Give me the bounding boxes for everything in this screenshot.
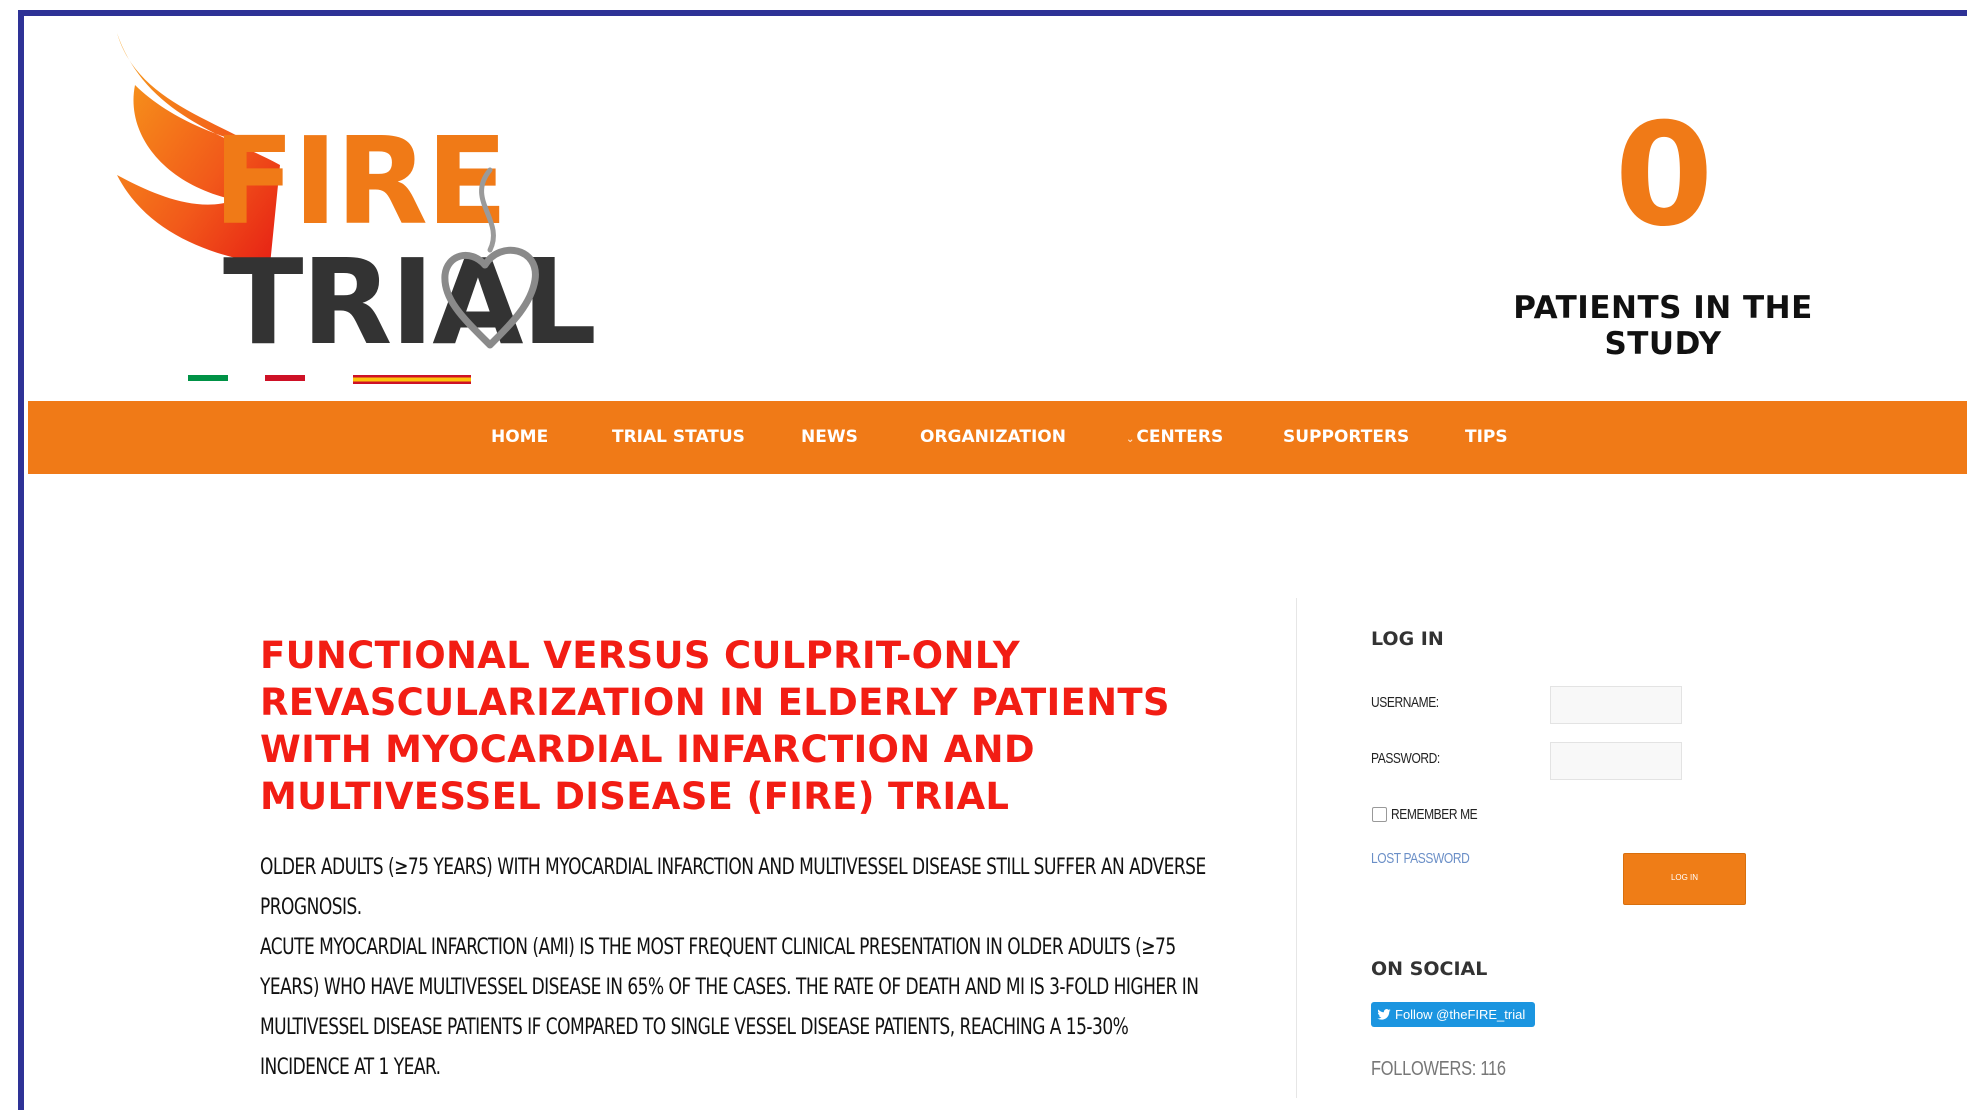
login-heading: LOG IN — [1371, 628, 1444, 650]
main-nav: HOME TRIAL STATUS NEWS ORGANIZATION ⌄ CEN… — [28, 401, 1967, 474]
sidebar-divider — [1296, 598, 1297, 1098]
lost-password-link[interactable]: LOST PASSWORD — [1371, 850, 1470, 867]
patients-counter-label: PATIENTS IN THE STUDY — [1513, 290, 1813, 362]
username-label: USERNAME: — [1371, 694, 1439, 711]
heart-smoke-icon — [441, 167, 539, 349]
article-paragraph: ACUTE MYOCARDIAL INFARCTION (AMI) IS THE… — [260, 935, 1199, 1080]
page-title: FUNCTIONAL VERSUS CULPRIT-ONLY REVASCULA… — [260, 634, 1170, 818]
nav-item-organization[interactable]: ORGANIZATION — [920, 401, 1066, 474]
flag-stripe-spain — [353, 375, 471, 384]
username-field[interactable] — [1550, 686, 1682, 724]
flag-stripe-green — [188, 375, 228, 381]
remember-me-checkbox[interactable] — [1372, 807, 1387, 822]
remember-me-label: REMEMBER ME — [1391, 806, 1478, 823]
nav-item-trial-status[interactable]: TRIAL STATUS — [612, 401, 745, 474]
article-body: OLDER ADULTS (≥75 YEARS) WITH MYOCARDIAL… — [260, 848, 1210, 1088]
nav-item-tips[interactable]: TIPS — [1465, 401, 1508, 474]
password-label: PASSWORD: — [1371, 750, 1440, 767]
nav-item-label: NEWS — [801, 427, 858, 447]
article-paragraph: OLDER ADULTS (≥75 YEARS) WITH MYOCARDIAL… — [260, 855, 1206, 920]
nav-item-centers[interactable]: ⌄ CENTERS — [1126, 401, 1223, 474]
nav-item-home[interactable]: HOME — [491, 401, 548, 474]
site-logo[interactable]: FIRE TRIAL — [105, 25, 597, 384]
twitter-follow-label: Follow @theFIRE_trial — [1395, 1007, 1526, 1022]
login-button[interactable]: LOG IN — [1623, 853, 1746, 905]
twitter-bird-icon — [1377, 1003, 1391, 1020]
nav-item-supporters[interactable]: SUPPORTERS — [1283, 401, 1409, 474]
nav-item-label: TIPS — [1465, 427, 1508, 447]
password-field[interactable] — [1550, 742, 1682, 780]
twitter-follow-button[interactable]: Follow @theFIRE_trial — [1371, 1002, 1536, 1027]
social-heading: ON SOCIAL — [1371, 958, 1488, 980]
followers-count: FOLLOWERS: 116 — [1371, 1058, 1506, 1080]
patients-counter-value: 0 — [1614, 93, 1714, 258]
nav-item-label: CENTERS — [1136, 427, 1224, 447]
chevron-down-icon: ⌄ — [1126, 434, 1135, 445]
nav-item-news[interactable]: NEWS — [801, 401, 858, 474]
nav-item-label: TRIAL STATUS — [612, 427, 745, 447]
main-content: FUNCTIONAL VERSUS CULPRIT-ONLY REVASCULA… — [260, 632, 1210, 1088]
nav-item-label: ORGANIZATION — [920, 427, 1066, 447]
nav-item-label: HOME — [491, 427, 549, 447]
flag-stripe-red — [265, 375, 305, 381]
nav-item-label: SUPPORTERS — [1283, 427, 1410, 447]
